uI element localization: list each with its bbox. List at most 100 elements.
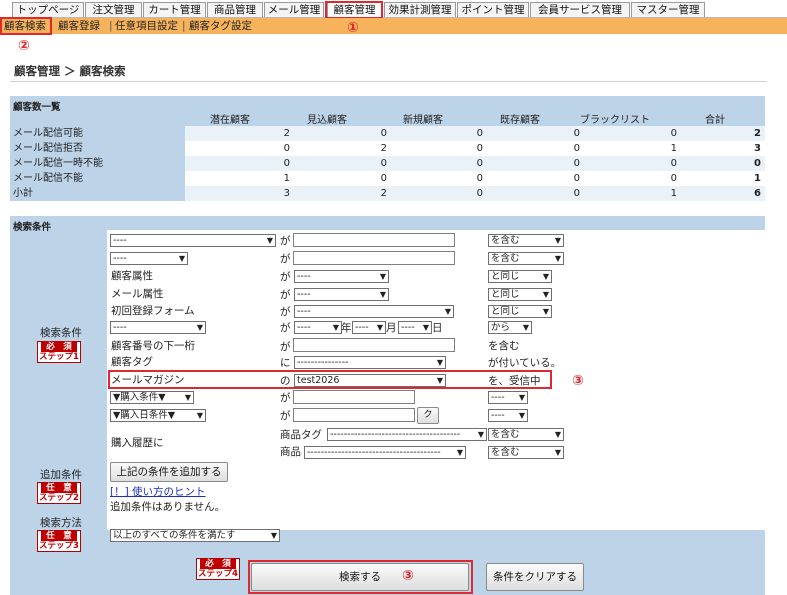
search-button[interactable]: 検索する [251, 563, 469, 591]
particle-ga: が [280, 306, 291, 318]
operator-select-2[interactable]: を含む [488, 252, 564, 265]
purchase-date-select[interactable]: ▼購入日条件▼ [110, 409, 206, 422]
tab-effect[interactable]: 効果計測管理 [384, 2, 456, 17]
col-header: 潜在顧客 [210, 115, 250, 126]
cell-value: 0 [283, 158, 290, 169]
side-label-method: 検索方法 [40, 517, 82, 529]
operator-select-5[interactable]: と同じ [488, 305, 552, 318]
cell-value: 0 [476, 128, 483, 139]
clear-conditions-button[interactable]: 条件をクリアする [486, 563, 584, 591]
operator-select-6[interactable]: から [488, 321, 532, 334]
particle-ga: が [280, 322, 291, 334]
title-divider [10, 81, 767, 82]
cell-value: 2 [283, 128, 290, 139]
cell-value: 2 [380, 143, 387, 154]
purchase-condition-input[interactable] [293, 390, 415, 404]
mail-magazine-select[interactable]: test2026 [294, 374, 446, 387]
product-tag-select[interactable]: -------------------------------------- [327, 428, 487, 441]
table-row: メール配信拒否 0 2 0 0 1 3 [10, 141, 765, 156]
step3-optional-badge: 任 意ステップ3 [37, 530, 81, 552]
cell-value: 0 [670, 158, 677, 169]
table-row-subtotal: 小計 3 2 0 0 1 6 [10, 186, 765, 201]
customer-number-input[interactable] [293, 338, 455, 352]
condition-input-1[interactable] [293, 233, 455, 247]
step1-required-badge: 必 須ステップ1 [37, 341, 81, 363]
subnav-customer-register[interactable]: 顧客登録 [58, 18, 100, 34]
customer-tag-select[interactable]: --------------- [294, 356, 446, 369]
operator-select-11[interactable]: ---- [488, 409, 528, 422]
condition-input-2[interactable] [293, 251, 455, 265]
purchase-condition-select[interactable]: ▼購入条件▼ [110, 391, 194, 404]
tab-customer[interactable]: 顧客管理 [327, 2, 382, 17]
cell-value: 0 [573, 143, 580, 154]
field-select-1[interactable]: ---- [110, 234, 276, 247]
subnav-custom-fields[interactable]: 任意項目設定 [115, 18, 178, 34]
no-additional-text: 追加条件はありません。 [110, 501, 226, 513]
cell-value: 0 [476, 158, 483, 169]
month-select[interactable]: ---- [352, 321, 386, 334]
cell-value: 1 [670, 188, 677, 199]
col-header: 見込顧客 [307, 115, 347, 126]
operator-select-4[interactable]: と同じ [488, 288, 552, 301]
cell-total: 6 [754, 188, 761, 199]
mail-attribute-select[interactable]: ---- [294, 288, 389, 301]
cell-total: 3 [754, 143, 761, 154]
label-customer-attribute: 顧客属性 [111, 270, 153, 282]
product-select[interactable]: --------------------------------------- [304, 446, 466, 459]
operator-select-10[interactable]: ---- [488, 391, 528, 404]
table-row: メール配信不能 1 0 0 0 0 1 [10, 171, 765, 186]
usage-hint-link[interactable]: [！] 使い方のヒント [110, 484, 206, 499]
step4-required-badge: 必 須ステップ4 [196, 558, 240, 580]
cell-value: 0 [573, 188, 580, 199]
subnav-customer-tags[interactable]: 顧客タグ設定 [189, 18, 252, 34]
cell-total: 2 [754, 128, 761, 139]
subnav-separator: | [109, 20, 113, 32]
particle-ga: が [280, 392, 291, 404]
operator-select-12a[interactable]: を含む [488, 428, 564, 441]
tab-top-page[interactable]: トップページ [12, 2, 84, 17]
particle-ga: が [280, 235, 291, 247]
date-field-select[interactable]: ---- [110, 321, 206, 334]
year-select[interactable]: ---- [294, 321, 342, 334]
tab-mail[interactable]: メール管理 [264, 2, 324, 17]
calendar-button[interactable]: ク [417, 407, 439, 424]
label-customer-tag: 顧客タグ [111, 356, 153, 368]
tab-cart[interactable]: カート管理 [143, 2, 206, 17]
operator-select-12b[interactable]: を含む [488, 446, 564, 459]
tab-order[interactable]: 注文管理 [85, 2, 142, 17]
annotation-2: ② [18, 38, 30, 54]
col-header: ブラックリスト [580, 115, 650, 126]
operator-select-3[interactable]: と同じ [488, 270, 552, 283]
field-select-2[interactable]: ---- [110, 252, 188, 265]
cell-value: 0 [573, 128, 580, 139]
day-select[interactable]: ---- [398, 321, 432, 334]
page-title: 顧客管理 ＞ 顧客検索 [14, 64, 126, 78]
first-form-select[interactable]: ---- [294, 305, 454, 318]
customer-attribute-select[interactable]: ---- [294, 270, 389, 283]
label-tagged: が付いている。 [488, 357, 562, 369]
label-customer-number-last: 顧客番号の下一桁 [111, 340, 195, 352]
cell-value: 2 [380, 188, 387, 199]
sub-navigation: 顧客検索 顧客登録 | 任意項目設定 | 顧客タグ設定 [0, 18, 787, 34]
purchase-date-input[interactable] [293, 408, 415, 422]
search-method-select[interactable]: 以上のすべての条件を満たす [110, 529, 280, 542]
annotation-1: ① [347, 20, 359, 36]
add-condition-button[interactable]: 上記の条件を追加する [110, 462, 228, 482]
label-product: 商品 [280, 446, 301, 458]
label-purchase-history: 購入履歴に [111, 437, 164, 449]
row-label: メール配信可能 [13, 128, 83, 139]
label-month: 月 [386, 322, 397, 334]
label-first-form: 初回登録フォーム [111, 305, 195, 317]
search-caption: 検索条件 [13, 222, 52, 233]
tab-member-service[interactable]: 会員サービス管理 [530, 2, 630, 17]
summary-caption: 顧客数一覧 [13, 102, 61, 113]
tab-point[interactable]: ポイント管理 [457, 2, 529, 17]
col-header: 合計 [705, 115, 725, 126]
tab-master[interactable]: マスター管理 [631, 2, 705, 17]
annotation-3: ③ [572, 373, 584, 389]
operator-select-1[interactable]: を含む [488, 234, 564, 247]
tab-product[interactable]: 商品管理 [207, 2, 263, 17]
label-mail-magazine: メールマガジン [111, 374, 185, 386]
table-row: メール配信一時不能 0 0 0 0 0 0 [10, 156, 765, 171]
subnav-customer-search[interactable]: 顧客検索 [4, 18, 46, 34]
